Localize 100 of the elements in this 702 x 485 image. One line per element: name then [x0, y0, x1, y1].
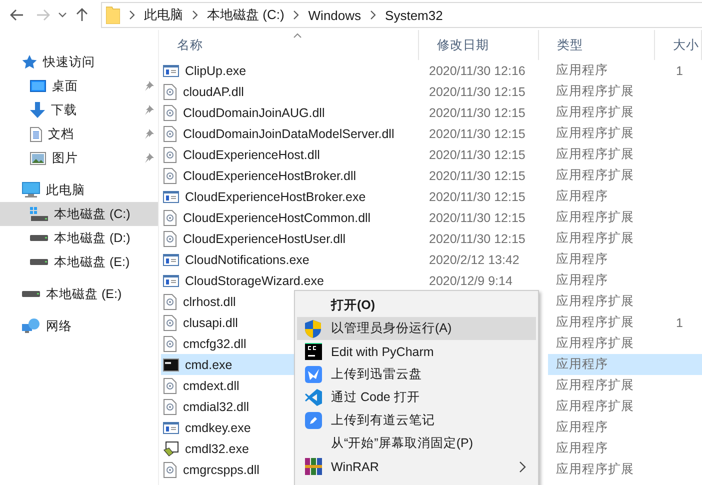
- file-name: cmdl32.exe: [185, 442, 249, 456]
- file-type: 应用程序扩展: [555, 125, 635, 142]
- application-icon: [163, 274, 179, 288]
- sidebar-label: 图片: [52, 150, 79, 166]
- application-icon: [163, 252, 179, 266]
- dll-file-icon: [163, 314, 177, 330]
- menu-item[interactable]: 通过 Code 打开: [297, 386, 536, 409]
- sidebar-item[interactable]: 本地磁盘 (D:): [0, 226, 158, 250]
- modified-date: 2020/2/12 13:42: [428, 252, 520, 268]
- file-name: CloudDomainJoinAUG.dll: [183, 106, 325, 120]
- sidebar-item[interactable]: 图片: [0, 146, 158, 170]
- file-name: cmd.exe: [185, 358, 232, 372]
- file-type: 应用程序扩展: [555, 167, 635, 184]
- sidebar-item[interactable]: 文档: [0, 122, 158, 146]
- network-icon: [22, 318, 40, 334]
- file-item[interactable]: cmdial32.dll: [161, 396, 250, 417]
- file-item[interactable]: ClipUp.exe: [161, 60, 246, 81]
- dropdown-caret-icon: [58, 12, 67, 18]
- dll-file-icon: [163, 230, 177, 246]
- shield-icon: [305, 320, 321, 338]
- breadcrumb[interactable]: System32: [385, 8, 443, 22]
- column-header[interactable]: 大小: [655, 30, 702, 60]
- menu-item[interactable]: WinRAR: [297, 455, 536, 478]
- dll-file-icon: [163, 104, 177, 120]
- file-item[interactable]: CloudExperienceHostBroker.exe: [161, 186, 366, 207]
- dll-file-icon: [163, 378, 177, 394]
- file-type: 应用程序扩展: [555, 230, 635, 247]
- sidebar-item[interactable]: 本地磁盘 (E:): [0, 282, 158, 306]
- file-item[interactable]: CloudExperienceHostCommon.dll: [161, 207, 371, 228]
- file-item[interactable]: CloudExperienceHostUser.dll: [161, 228, 346, 249]
- column-header[interactable]: 修改日期: [419, 30, 539, 60]
- forward-arrow-icon: [36, 9, 50, 21]
- file-size: 1: [675, 314, 684, 332]
- dll-file-icon: [163, 336, 177, 352]
- dll-file-icon: [163, 462, 177, 478]
- archive-books-icon: [305, 458, 322, 474]
- dll-file-icon: [163, 294, 177, 310]
- file-item[interactable]: cmdl32.exe: [161, 438, 249, 459]
- file-item[interactable]: clusapi.dll: [161, 312, 238, 333]
- chevron-icon: [191, 10, 199, 20]
- file-size: 1: [675, 62, 684, 80]
- file-item[interactable]: cmgrcspps.dll: [161, 459, 260, 480]
- file-type: 应用程序扩展: [555, 293, 635, 310]
- drive-icon: [30, 235, 48, 241]
- breadcrumb[interactable]: 本地磁盘 (C:): [207, 6, 284, 24]
- application-icon: [163, 420, 179, 434]
- sidebar-item[interactable]: 网络: [0, 314, 158, 338]
- sidebar-label: 本地磁盘 (C:): [54, 206, 132, 222]
- sidebar-item[interactable]: 此电脑: [0, 178, 158, 202]
- drive-icon: [30, 259, 48, 265]
- sidebar-label: 文档: [48, 126, 75, 142]
- file-type: 应用程序: [555, 272, 609, 289]
- file-item[interactable]: cloudAP.dll: [161, 81, 244, 102]
- file-item[interactable]: cmcfg32.dll: [161, 333, 246, 354]
- sidebar-item[interactable]: 本地磁盘 (E:): [0, 250, 158, 274]
- breadcrumb[interactable]: 此电脑: [144, 6, 183, 24]
- sidebar-item[interactable]: 本地磁盘 (C:): [0, 202, 158, 226]
- file-type: 应用程序扩展: [555, 461, 635, 478]
- column-header[interactable]: 名称: [159, 30, 419, 60]
- modified-date: 2020/11/30 12:15: [428, 104, 526, 122]
- file-item[interactable]: CloudExperienceHost.dll: [161, 144, 320, 165]
- menu-item[interactable]: 打开(O): [297, 294, 536, 317]
- file-name: CloudExperienceHostBroker.exe: [185, 190, 366, 204]
- menu-item[interactable]: Edit with PyCharm: [297, 340, 536, 363]
- sidebar-item[interactable]: 下载: [0, 98, 158, 122]
- file-type: 应用程序扩展: [555, 104, 635, 121]
- folder-icon: [106, 6, 120, 24]
- column-header[interactable]: 类型: [539, 30, 655, 60]
- file-name: CloudDomainJoinDataModelServer.dll: [183, 126, 394, 140]
- file-item[interactable]: cmdext.dll: [161, 375, 240, 396]
- address-bar[interactable]: 此电脑 本地磁盘 (C:) Windows System32: [101, 2, 702, 28]
- modified-date: 2020/11/30 12:15: [428, 84, 526, 100]
- menu-item[interactable]: 从“开始”屏幕取消固定(P): [297, 432, 536, 455]
- sidebar-item[interactable]: 桌面: [0, 74, 158, 98]
- file-type: 应用程序: [555, 419, 609, 436]
- file-item[interactable]: cmd.exe: [161, 354, 297, 375]
- modified-date: 2020/12/9 9:14: [428, 272, 514, 290]
- computer-icon: [22, 182, 40, 198]
- file-item[interactable]: CloudStorageWizard.exe: [161, 270, 324, 291]
- menu-item[interactable]: 上传到迅雷云盘: [297, 363, 536, 386]
- back-arrow-icon: [10, 9, 24, 21]
- application-icon: [163, 190, 179, 204]
- file-item[interactable]: CloudExperienceHostBroker.dll: [161, 165, 356, 186]
- file-item[interactable]: cmdkey.exe: [161, 417, 251, 438]
- dll-file-icon: [163, 210, 177, 226]
- pycharm-logo-icon: [305, 342, 322, 360]
- breadcrumb[interactable]: Windows: [308, 8, 362, 22]
- file-name: cmdkey.exe: [185, 420, 251, 434]
- file-item[interactable]: CloudNotifications.exe: [161, 249, 310, 270]
- note-icon: [305, 412, 322, 428]
- sidebar-item[interactable]: 快速访问: [0, 50, 158, 74]
- system-drive-icon: [30, 207, 48, 221]
- menu-item[interactable]: 以管理员身份运行(A): [297, 317, 536, 340]
- file-name: cmdext.dll: [183, 378, 240, 392]
- file-item[interactable]: CloudDomainJoinDataModelServer.dll: [161, 123, 394, 144]
- menu-item[interactable]: 上传到有道云笔记: [297, 409, 536, 432]
- file-item[interactable]: clrhost.dll: [161, 291, 236, 312]
- file-name: CloudNotifications.exe: [185, 252, 310, 266]
- file-item[interactable]: CloudDomainJoinAUG.dll: [161, 102, 325, 123]
- chevron-icon: [292, 10, 300, 20]
